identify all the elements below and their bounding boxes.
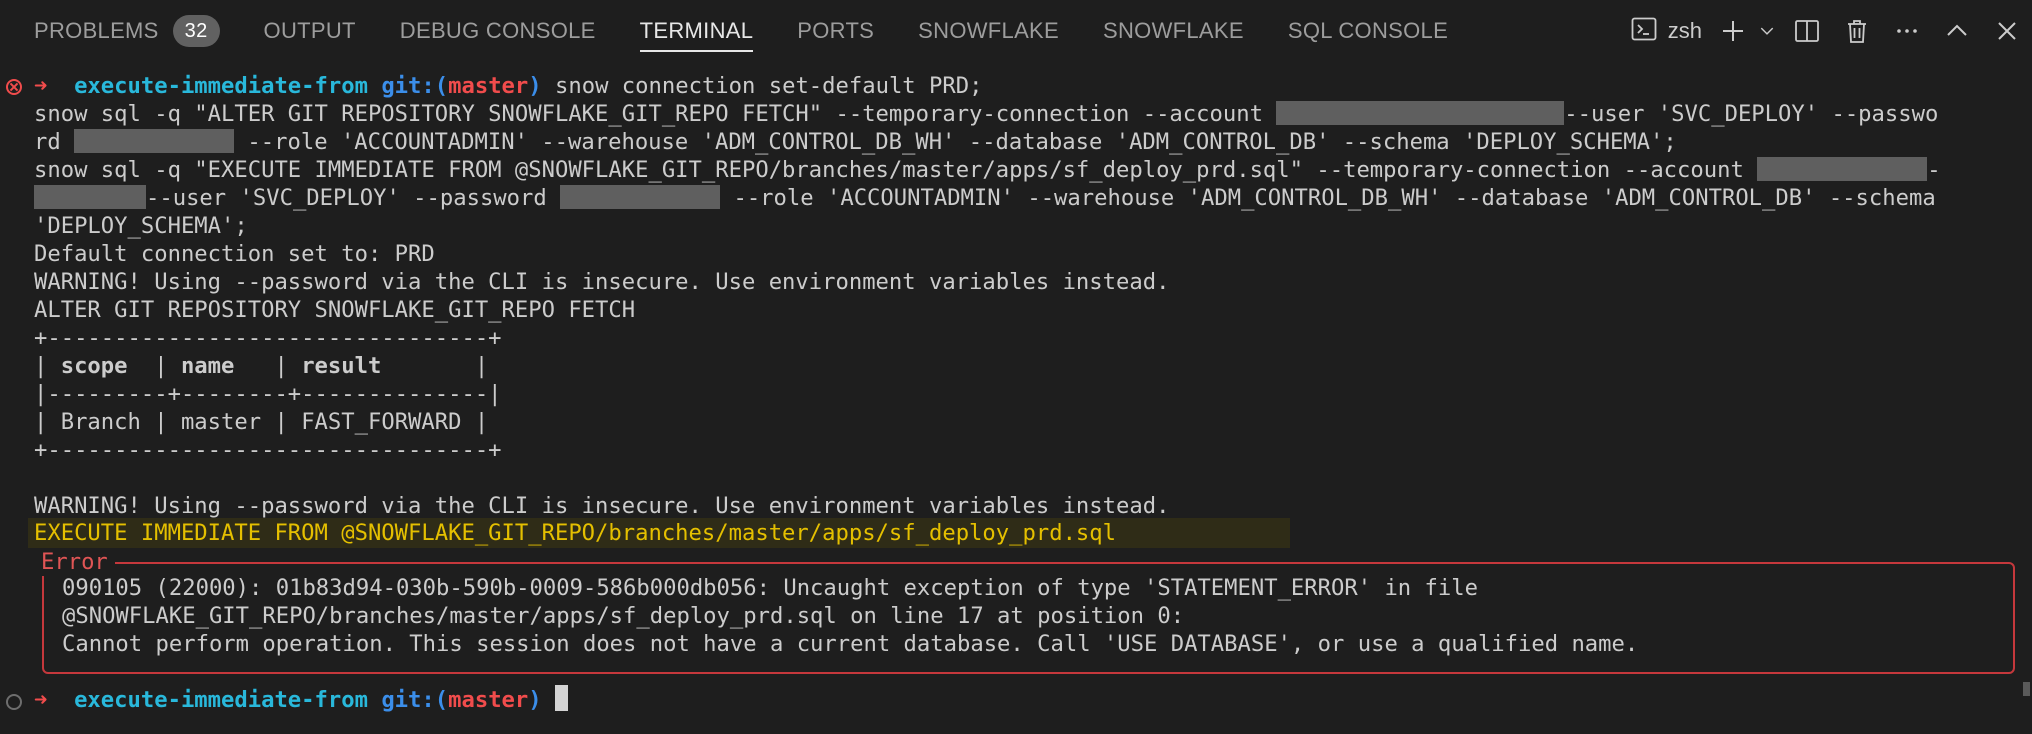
- command-text: --user 'SVC_DEPLOY' --passwo: [1564, 101, 1939, 127]
- prompt-directory: execute-immediate-from: [74, 687, 368, 713]
- warning-line: WARNING! Using --password via the CLI is…: [34, 493, 1170, 519]
- tab-label: DEBUG CONSOLE: [399, 18, 596, 43]
- table-cell: master: [180, 409, 262, 435]
- tab-label: PORTS: [797, 18, 875, 43]
- redacted-password: [74, 128, 235, 153]
- split-icon[interactable]: [1782, 6, 1832, 56]
- close-icon[interactable]: [1982, 6, 2032, 56]
- tab-label: TERMINAL: [639, 18, 754, 43]
- prompt-directory: execute-immediate-from: [74, 73, 368, 99]
- command-text: snow sql -q "EXECUTE IMMEDIATE FROM @SNO…: [34, 157, 1758, 183]
- prompt-git-close: ): [528, 73, 542, 99]
- command-failed-icon[interactable]: [6, 79, 22, 95]
- tab-problems[interactable]: PROBLEMS 32: [34, 0, 220, 62]
- table-separator: |---------+--------+--------------|: [34, 381, 502, 407]
- table-header-result: result: [301, 353, 382, 379]
- command-text: snow sql -q "ALTER GIT REPOSITORY SNOWFL…: [34, 101, 1277, 127]
- command-line: snow sql -q "EXECUTE IMMEDIATE FROM @SNO…: [34, 156, 1941, 184]
- prompt-arrow: ➜: [34, 73, 48, 99]
- scrollbar-thumb[interactable]: [2023, 682, 2030, 696]
- table-header-scope: scope: [60, 353, 128, 379]
- prompt-branch: master: [448, 687, 529, 713]
- tab-snowflake[interactable]: SNOWFLAKE: [918, 0, 1059, 62]
- command-text: snow connection set-default PRD;: [555, 73, 983, 99]
- tab-snowflake-2[interactable]: SNOWFLAKE: [1103, 0, 1244, 62]
- tab-label: OUTPUT: [263, 18, 356, 43]
- command-text: --role 'ACCOUNTADMIN' --warehouse 'ADM_C…: [720, 185, 1936, 211]
- panel-actions: zsh: [1630, 0, 2032, 62]
- shell-name: zsh: [1667, 18, 1702, 43]
- executing-statement: EXECUTE IMMEDIATE FROM @SNOWFLAKE_GIT_RE…: [34, 520, 1116, 546]
- redacted-password: [560, 184, 721, 209]
- chevron-up-icon[interactable]: [1932, 6, 1982, 56]
- prompt-git-label: git:(: [381, 687, 449, 713]
- terminal-cursor[interactable]: [555, 685, 568, 711]
- terminal-shell-selector[interactable]: zsh: [1630, 15, 1708, 48]
- table-border: +---------------------------------+: [34, 437, 502, 463]
- tab-ports[interactable]: PORTS: [797, 0, 874, 62]
- warning-line: WARNING! Using --password via the CLI is…: [34, 269, 1170, 295]
- ellipsis-icon[interactable]: [1882, 6, 1932, 56]
- table-header-row: | scope | name | result |: [34, 353, 489, 379]
- plus-icon[interactable]: [1714, 6, 1752, 56]
- command-pending-icon[interactable]: [6, 694, 22, 710]
- tab-sql-console[interactable]: SQL CONSOLE: [1288, 0, 1448, 62]
- tab-label: SNOWFLAKE: [918, 18, 1059, 43]
- command-text: --user 'SVC_DEPLOY' --password: [146, 185, 561, 211]
- output-line: Default connection set to: PRD: [34, 241, 435, 267]
- table-cell: Branch: [60, 409, 141, 435]
- command-text: rd: [34, 129, 75, 155]
- tab-terminal[interactable]: TERMINAL: [639, 0, 754, 62]
- table-row: | Branch | master | FAST_FORWARD |: [34, 409, 489, 435]
- command-line: rd --role 'ACCOUNTADMIN' --warehouse 'AD…: [34, 128, 1677, 156]
- table-border: +---------------------------------+: [34, 325, 502, 351]
- command-line: --user 'SVC_DEPLOY' --password --role 'A…: [34, 184, 1936, 212]
- table-header-name: name: [180, 353, 235, 379]
- output-line: ALTER GIT REPOSITORY SNOWFLAKE_GIT_REPO …: [34, 297, 636, 323]
- command-line: snow sql -q "ALTER GIT REPOSITORY SNOWFL…: [34, 100, 1938, 128]
- prompt-line: ➜ execute-immediate-from git:(master) sn…: [34, 72, 982, 100]
- error-line: 090105 (22000): 01b83d94-030b-590b-0009-…: [62, 575, 1478, 601]
- chevron-down-icon[interactable]: [1752, 6, 1782, 56]
- prompt-arrow: ➜: [34, 687, 48, 713]
- redacted-account: [34, 184, 146, 209]
- tab-output[interactable]: OUTPUT: [264, 0, 356, 62]
- error-line: @SNOWFLAKE_GIT_REPO/branches/master/apps…: [62, 603, 1185, 629]
- problems-count-badge: 32: [172, 15, 220, 47]
- prompt-git-close: ): [528, 687, 542, 713]
- terminal-icon: [1630, 15, 1658, 48]
- panel-tab-bar: PROBLEMS 32 OUTPUT DEBUG CONSOLE TERMINA…: [0, 0, 2032, 62]
- tab-debug-console[interactable]: DEBUG CONSOLE: [400, 0, 596, 62]
- prompt-branch: master: [448, 73, 529, 99]
- terminal-scrollbar[interactable]: [2020, 62, 2032, 734]
- error-line: Cannot perform operation. This session d…: [62, 631, 1639, 657]
- redacted-account: [1276, 100, 1565, 125]
- redacted-account: [1757, 156, 1928, 181]
- prompt-git-label: git:(: [381, 73, 449, 99]
- command-text: --role 'ACCOUNTADMIN' --warehouse 'ADM_C…: [234, 129, 1677, 155]
- error-title: Error: [34, 548, 115, 576]
- tab-label: SQL CONSOLE: [1287, 18, 1449, 43]
- tab-label: PROBLEMS: [34, 18, 159, 43]
- terminal-output[interactable]: ➜ execute-immediate-from git:(master) sn…: [0, 62, 2020, 734]
- table-cell: FAST_FORWARD: [301, 409, 462, 435]
- command-text: -: [1927, 157, 1941, 183]
- trash-icon[interactable]: [1832, 6, 1882, 56]
- prompt-line: ➜ execute-immediate-from git:(master): [34, 685, 568, 714]
- tab-label: SNOWFLAKE: [1103, 18, 1244, 43]
- command-line: 'DEPLOY_SCHEMA';: [34, 213, 248, 239]
